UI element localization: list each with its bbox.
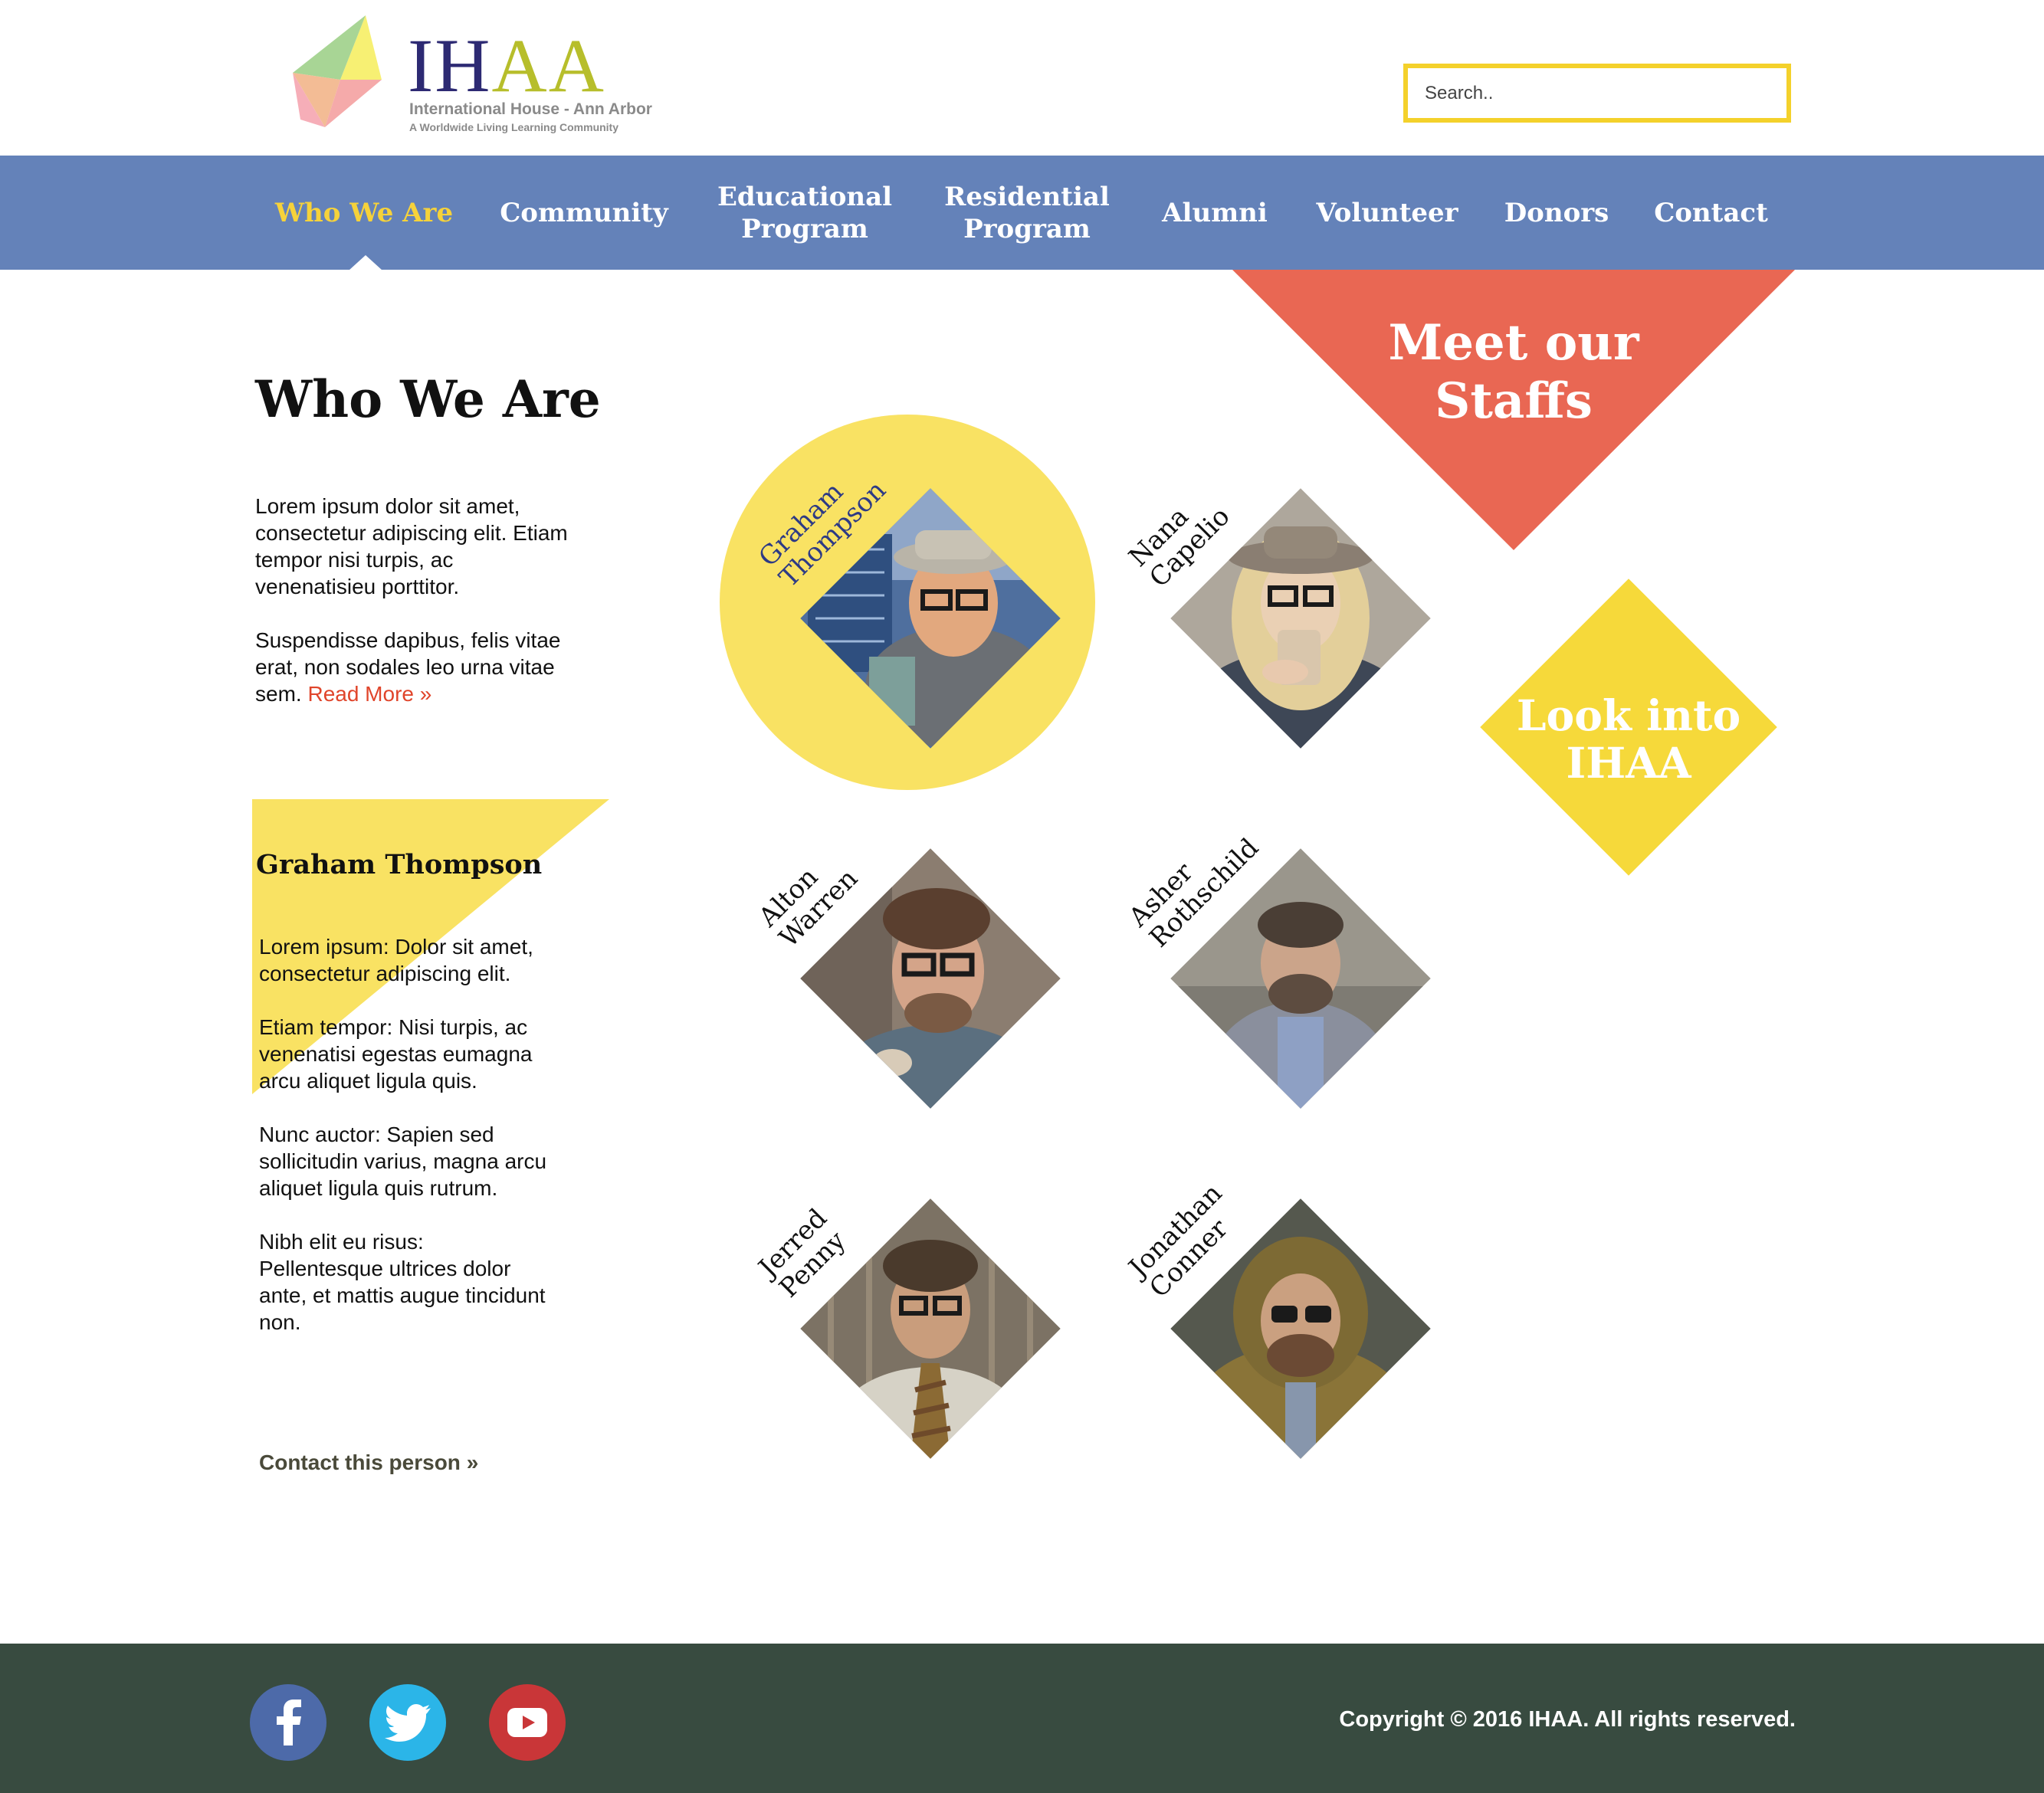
look-into-ihaa-label[interactable]: Look into IHAA [1475,692,1782,787]
staff-card-jonathan-conner[interactable] [1170,1198,1431,1459]
contact-person-link[interactable]: Contact this person » [259,1450,478,1475]
staff-card-graham-thompson[interactable] [800,488,1061,749]
meet-staffs-label[interactable]: Meet our Staffs [1326,314,1701,431]
pyramid-logo-icon [293,15,382,127]
profile-detail: Nibh elit eu risus: Pellentesque ultrice… [259,1230,546,1334]
nav-alumni[interactable]: Alumni [1150,156,1280,270]
nav-educational-program[interactable]: Educational Program [701,156,908,270]
facebook-button[interactable] [250,1684,326,1761]
site-footer: Copyright © 2016 IHAA. All rights reserv… [0,1644,2044,1793]
profile-details: Lorem ipsum: Dolor sit amet, consectetur… [259,933,550,1362]
nav-volunteer[interactable]: Volunteer [1303,156,1471,270]
facebook-icon [277,1700,301,1745]
active-nav-indicator [349,255,382,270]
ihaa-logo[interactable]: IHAA International House - Ann Arbor A W… [285,12,653,135]
main-nav: Who We Are Community Educational Program… [0,156,2044,270]
page-title: Who We Are [255,369,601,429]
profile-detail: Etiam tempor: Nisi turpis, ac venenatisi… [259,1015,533,1093]
read-more-link[interactable]: Read More » [307,682,431,706]
staff-card-asher-rothschild[interactable] [1170,848,1431,1109]
intro-paragraph: Lorem ipsum dolor sit amet, consectetur … [255,494,568,598]
logo-wordmark: IHAA [408,23,605,108]
profile-detail: Lorem ipsum: Dolor sit amet, consectetur… [259,935,533,985]
intro-paragraph: Suspendisse dapibus, felis vitae erat, n… [255,628,561,706]
logo-tagline: A Worldwide Living Learning Community [409,121,619,133]
nav-who-we-are[interactable]: Who We Are [261,156,468,270]
nav-donors[interactable]: Donors [1494,156,1619,270]
nav-community[interactable]: Community [489,156,679,270]
copyright-text: Copyright © 2016 IHAA. All rights reserv… [1339,1707,1796,1732]
profile-detail: Nunc auctor: Sapien sed sollicitudin var… [259,1123,547,1200]
intro-text: Lorem ipsum dolor sit amet, consectetur … [255,493,577,734]
logo-subtitle: International House - Ann Arbor [409,100,652,118]
staff-card-jerred-penny[interactable] [800,1198,1061,1459]
site-header: IHAA International House - Ann Arbor A W… [0,0,2044,156]
profile-name: Graham Thompson [256,849,543,880]
youtube-icon [507,1708,547,1737]
staff-card-nana-capelio[interactable] [1170,488,1431,749]
youtube-button[interactable] [489,1684,566,1761]
nav-residential-program[interactable]: Residential Program [924,156,1130,270]
nav-contact[interactable]: Contact [1640,156,1782,270]
search-input[interactable] [1403,64,1791,123]
twitter-button[interactable] [369,1684,446,1761]
staff-card-alton-warren[interactable] [800,848,1061,1109]
twitter-icon [385,1704,431,1742]
